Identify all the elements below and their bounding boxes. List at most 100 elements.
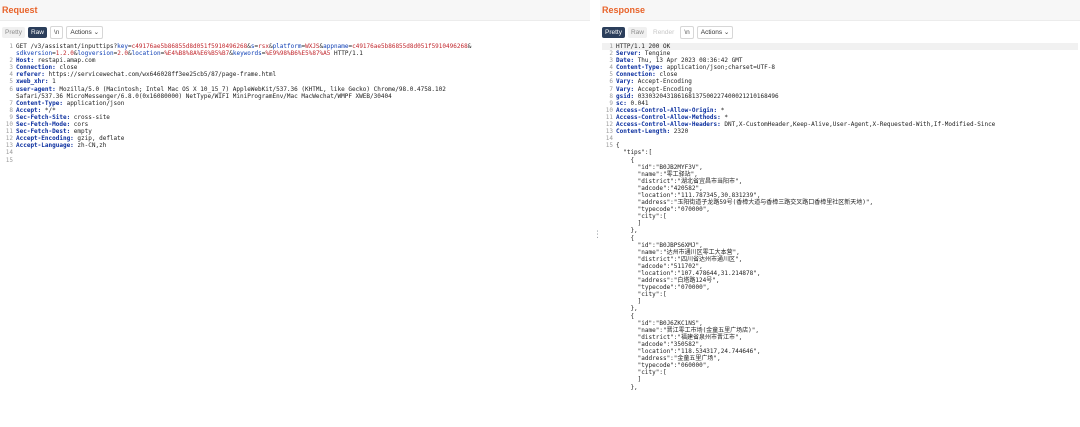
line-number: 1 [9,43,13,50]
code-line: "id":"B0J6ZKC1NS", [602,320,1078,327]
line-number: 13 [5,142,13,150]
code-token: close [59,64,78,72]
code-token: Safari/537.36 MicroMessenger/6.8.0(0x160… [16,92,392,100]
code-line: 13 Accept-Language: zh-CN,zh [2,142,588,149]
code-line: 14 [602,135,1078,142]
code-token: "address":"金童五里广场", [616,355,721,363]
code-token: key [117,43,128,50]
line-number: 4 [609,64,613,72]
code-token: Content-Type: [16,99,67,107]
line-number [602,284,613,291]
code-token: }, [616,305,638,313]
code-token: application/json;charset=UTF-8 [666,64,775,72]
code-token: ] [616,220,642,228]
code-line: "typecode":"070000", [602,284,1078,291]
line-number [602,220,613,227]
line-number: 7 [9,99,13,107]
line-number: 6 [9,85,13,93]
line-number [602,348,613,355]
code-line: 3 Connection: close [2,64,588,71]
request-newline-toggle[interactable]: \n [50,26,64,39]
chevron-down-icon: ⌄ [93,29,100,36]
code-token: referer: [16,71,49,79]
code-line: ] [602,376,1078,383]
response-tab-raw[interactable]: Raw [627,27,647,38]
code-line: 5 xweb_xhr: 1 [2,78,588,85]
response-tab-pretty[interactable]: Pretty [602,27,625,38]
line-number [602,149,613,156]
code-line: 5 Connection: close [602,71,1078,78]
line-number [602,270,613,277]
code-token: & [467,43,472,50]
line-number: 2 [9,57,13,65]
code-token: %E9%98%B6%E5%87%A5 [265,50,331,58]
pane-divider[interactable]: ⋮ [590,0,602,427]
code-token: sc: [616,99,631,107]
code-line: "district":"四川省达州市通川区", [602,256,1078,263]
line-number [602,369,613,376]
code-token: Access-Control-Allow-Headers: [616,121,725,129]
code-token: }, [616,383,638,391]
code-token: HTTP/1.1 200 OK [616,43,671,50]
code-line: "id":"B0JBPS6XMJ", [602,242,1078,249]
code-token: c49176ae5b86855d8d051f5910496268 [131,43,248,50]
code-token: */* [44,106,56,114]
code-token: WXJS [305,43,320,50]
code-line: Safari/537.36 MicroMessenger/6.8.0(0x160… [2,93,588,100]
code-line: "adcode":"350582", [602,341,1078,348]
code-line: }, [602,384,1078,391]
code-line: "address":"白塔路124号", [602,277,1078,284]
code-line: 12 Accept-Encoding: gzip, deflate [2,135,588,142]
line-number [602,164,613,171]
line-number [602,213,613,220]
response-tab-render[interactable]: Render [650,27,677,38]
code-token: Sec-Fetch-Dest: [16,128,74,136]
line-number [602,206,613,213]
line-number: 10 [605,106,613,114]
code-token: Access-Control-Allow-Methods: [616,113,725,121]
line-number [602,242,613,249]
response-editor[interactable]: 1 HTTP/1.1 200 OK 2 Server: Tengine 3 Date: T… [600,43,1080,391]
code-token: close [659,71,678,79]
code-token: platform [272,43,302,50]
code-token: { [616,142,620,150]
line-number [602,171,613,178]
code-line: 6 Vary: Accept-Encoding [602,78,1078,85]
request-tab-raw[interactable]: Raw [27,27,47,38]
line-number [602,313,613,320]
code-line: 12 Access-Control-Allow-Headers: DNT,X-Cu… [602,121,1078,128]
response-actions-menu[interactable]: Actions ⌄ [696,26,734,39]
code-token: cross-site [73,113,110,121]
code-token: "id":"B0J6ZKC1NS", [616,319,703,327]
code-line: "address":"金童五里广场", [602,355,1078,362]
code-line: 2 Server: Tengine [602,50,1078,57]
code-line: "adcode":"420582", [602,185,1078,192]
code-token: xweb_xhr: [16,78,53,86]
code-line: 8 Accept: */* [2,107,588,114]
code-token: "city":[ [616,369,667,377]
line-number [602,227,613,234]
request-tab-pretty[interactable]: Pretty [2,27,25,38]
line-number [602,384,613,391]
code-token: Mozilla/5.0 (Macintosh; Intel Mac OS X 1… [59,85,446,93]
line-number [602,305,613,312]
response-newline-toggle[interactable]: \n [680,26,694,39]
line-number [602,376,613,383]
code-token: gzip, deflate [77,135,125,143]
line-number: 8 [9,106,13,114]
request-editor[interactable]: 1 GET /v3/assistant/inputtips? key = c49176a… [0,43,590,164]
line-number: 9 [9,113,13,121]
line-number [602,192,613,199]
code-token: }, [616,227,638,235]
code-line: }, [602,305,1078,312]
code-line: 6 user-agent: Mozilla/5.0 (Macintosh; Int… [2,86,588,93]
code-line: "city":[ [602,213,1078,220]
code-line: "city":[ [602,369,1078,376]
code-line: 1 HTTP/1.1 200 OK [602,43,1078,51]
code-token: user-agent: [16,85,60,93]
code-token: HTTP/1.1 [330,50,363,58]
request-actions-menu[interactable]: Actions ⌄ [66,26,104,39]
code-line: { [602,313,1078,320]
code-line: "name":"零工驿站", [602,171,1078,178]
line-number: 11 [605,113,613,121]
